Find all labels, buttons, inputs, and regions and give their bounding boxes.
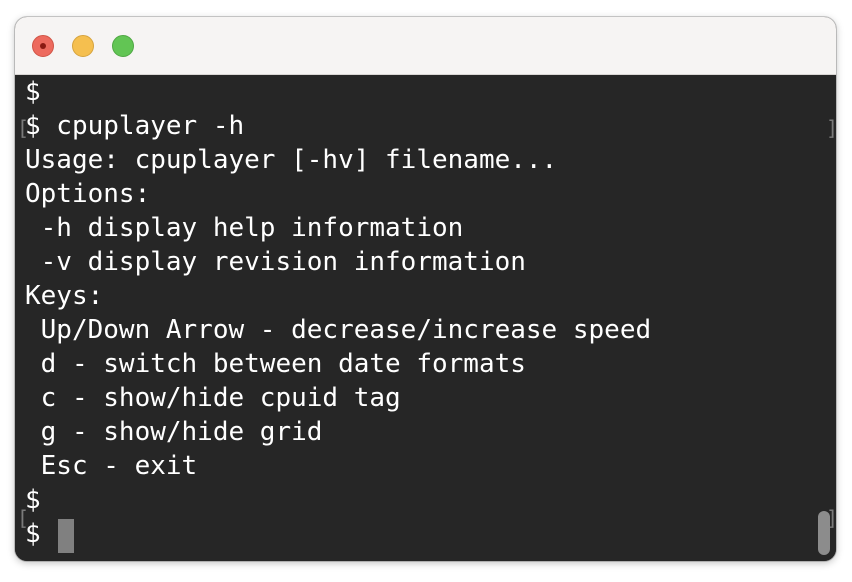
terminal-line: Esc - exit bbox=[25, 451, 198, 481]
terminal-line: $ bbox=[25, 77, 41, 107]
terminal-line: g - show/hide grid bbox=[25, 417, 323, 447]
terminal-line: -v display revision information bbox=[25, 247, 526, 277]
terminal-line: $ bbox=[25, 485, 41, 515]
terminal-line: $ cpuplayer -h bbox=[25, 111, 245, 141]
minimize-button[interactable] bbox=[72, 35, 94, 57]
terminal-line: Usage: cpuplayer [-hv] filename... bbox=[25, 145, 558, 175]
terminal-line: c - show/hide cpuid tag bbox=[25, 383, 401, 413]
terminal-line: Options: bbox=[25, 179, 151, 209]
line-mark-right: ] bbox=[826, 116, 836, 140]
prompt-line: $ bbox=[25, 519, 57, 549]
close-button[interactable] bbox=[32, 35, 54, 57]
text-cursor bbox=[58, 519, 74, 553]
terminal-line: -h display help information bbox=[25, 213, 464, 243]
terminal-line: d - switch between date formats bbox=[25, 349, 526, 379]
zoom-button[interactable] bbox=[112, 35, 134, 57]
title-bar[interactable] bbox=[15, 17, 836, 75]
terminal-output[interactable]: $ [ $ cpuplayer -h ] Usage: cpuplayer [-… bbox=[15, 75, 836, 561]
terminal-window: $ [ $ cpuplayer -h ] Usage: cpuplayer [-… bbox=[15, 17, 836, 561]
scrollbar[interactable] bbox=[818, 511, 830, 555]
terminal-line: Up/Down Arrow - decrease/increase speed bbox=[25, 315, 652, 345]
terminal-line: Keys: bbox=[25, 281, 104, 311]
close-dot-icon bbox=[40, 43, 46, 49]
